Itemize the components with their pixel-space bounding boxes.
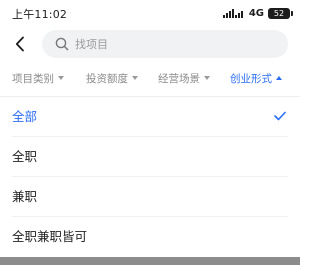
network-label: 4G bbox=[248, 7, 264, 19]
option-label: 全职 bbox=[12, 149, 38, 164]
caret-up-icon bbox=[276, 76, 282, 80]
option-label: 全部 bbox=[12, 109, 38, 124]
search-icon bbox=[55, 37, 69, 51]
search-placeholder: 找项目 bbox=[75, 38, 108, 51]
filter-startup-form[interactable]: 创业形式 bbox=[230, 66, 282, 90]
caret-down-icon bbox=[58, 76, 64, 80]
filter-label: 经营场景 bbox=[158, 72, 200, 85]
search-input[interactable]: 找项目 bbox=[42, 30, 288, 58]
signal-icon bbox=[222, 9, 243, 18]
option-part-time[interactable]: 兼职 bbox=[0, 177, 300, 217]
option-all[interactable]: 全部 bbox=[0, 97, 300, 137]
status-indicators: 4G 52 bbox=[222, 6, 293, 20]
filter-label: 投资额度 bbox=[86, 72, 128, 85]
caret-down-icon bbox=[204, 76, 210, 80]
screen: 上午11:02 4G 52 找项目 项目类别 投资额度 经营场景 创业形式 全部… bbox=[0, 0, 300, 265]
battery-icon: 52 bbox=[268, 7, 293, 19]
option-full-time[interactable]: 全职 bbox=[0, 137, 300, 177]
option-label: 兼职 bbox=[12, 189, 38, 204]
chevron-left-icon bbox=[15, 36, 24, 52]
option-list: 全部 全职 兼职 全职兼职皆可 bbox=[0, 97, 300, 257]
filter-project-category[interactable]: 项目类别 bbox=[12, 66, 64, 90]
filter-bar: 项目类别 投资额度 经营场景 创业形式 bbox=[0, 66, 300, 90]
filter-investment-amount[interactable]: 投资额度 bbox=[86, 66, 138, 90]
status-time: 上午11:02 bbox=[12, 8, 68, 21]
dim-backdrop[interactable] bbox=[0, 257, 300, 265]
battery-level: 52 bbox=[273, 8, 285, 18]
status-bar: 上午11:02 4G 52 bbox=[0, 0, 300, 28]
filter-label: 项目类别 bbox=[12, 72, 54, 85]
option-label: 全职兼职皆可 bbox=[12, 229, 88, 244]
back-button[interactable] bbox=[10, 33, 30, 55]
option-full-or-part-time[interactable]: 全职兼职皆可 bbox=[0, 217, 300, 257]
caret-down-icon bbox=[132, 76, 138, 80]
check-icon bbox=[274, 111, 286, 121]
filter-business-scene[interactable]: 经营场景 bbox=[158, 66, 210, 90]
filter-label: 创业形式 bbox=[230, 72, 272, 85]
